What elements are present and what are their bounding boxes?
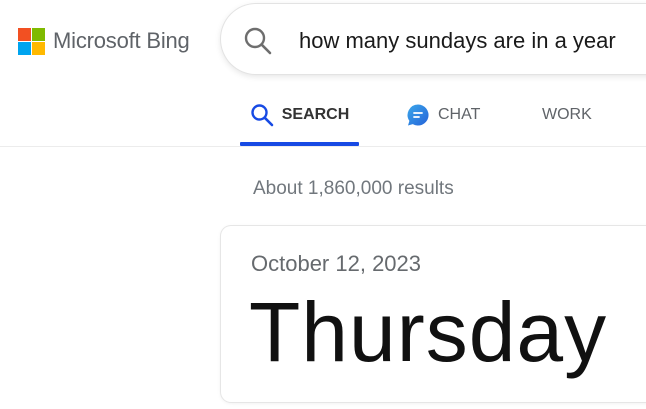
tab-chat-label: CHAT (438, 106, 481, 123)
search-box[interactable] (221, 4, 646, 74)
search-icon[interactable] (243, 26, 273, 56)
results-count: About 1,860,000 results (253, 178, 454, 199)
tab-work-label: WORK (542, 106, 592, 123)
bing-results-page: Microsoft Bing SEARCH (0, 0, 646, 409)
tab-search[interactable]: SEARCH (240, 86, 359, 146)
logo-square-green (32, 27, 45, 41)
bing-logo[interactable]: Microsoft Bing (18, 27, 190, 55)
microsoft-logo-icon (18, 27, 45, 55)
tab-chat[interactable]: CHAT (406, 86, 480, 144)
header-divider (0, 146, 646, 147)
chat-icon (407, 104, 429, 126)
tab-search-label: SEARCH (281, 106, 350, 123)
tab-bar: SEARCH CHAT WORK (0, 86, 646, 146)
logo-square-blue (18, 41, 31, 55)
logo-square-red (18, 27, 31, 41)
tab-work[interactable]: WORK (542, 86, 592, 144)
answer-date: October 12, 2023 (251, 251, 422, 276)
answer-day: Thursday (249, 285, 608, 379)
brand-name: Microsoft Bing (53, 28, 190, 53)
search-input[interactable] (299, 24, 646, 58)
answer-card: October 12, 2023 Thursday (221, 226, 646, 402)
logo-square-yellow (32, 41, 45, 55)
search-icon (251, 104, 274, 127)
